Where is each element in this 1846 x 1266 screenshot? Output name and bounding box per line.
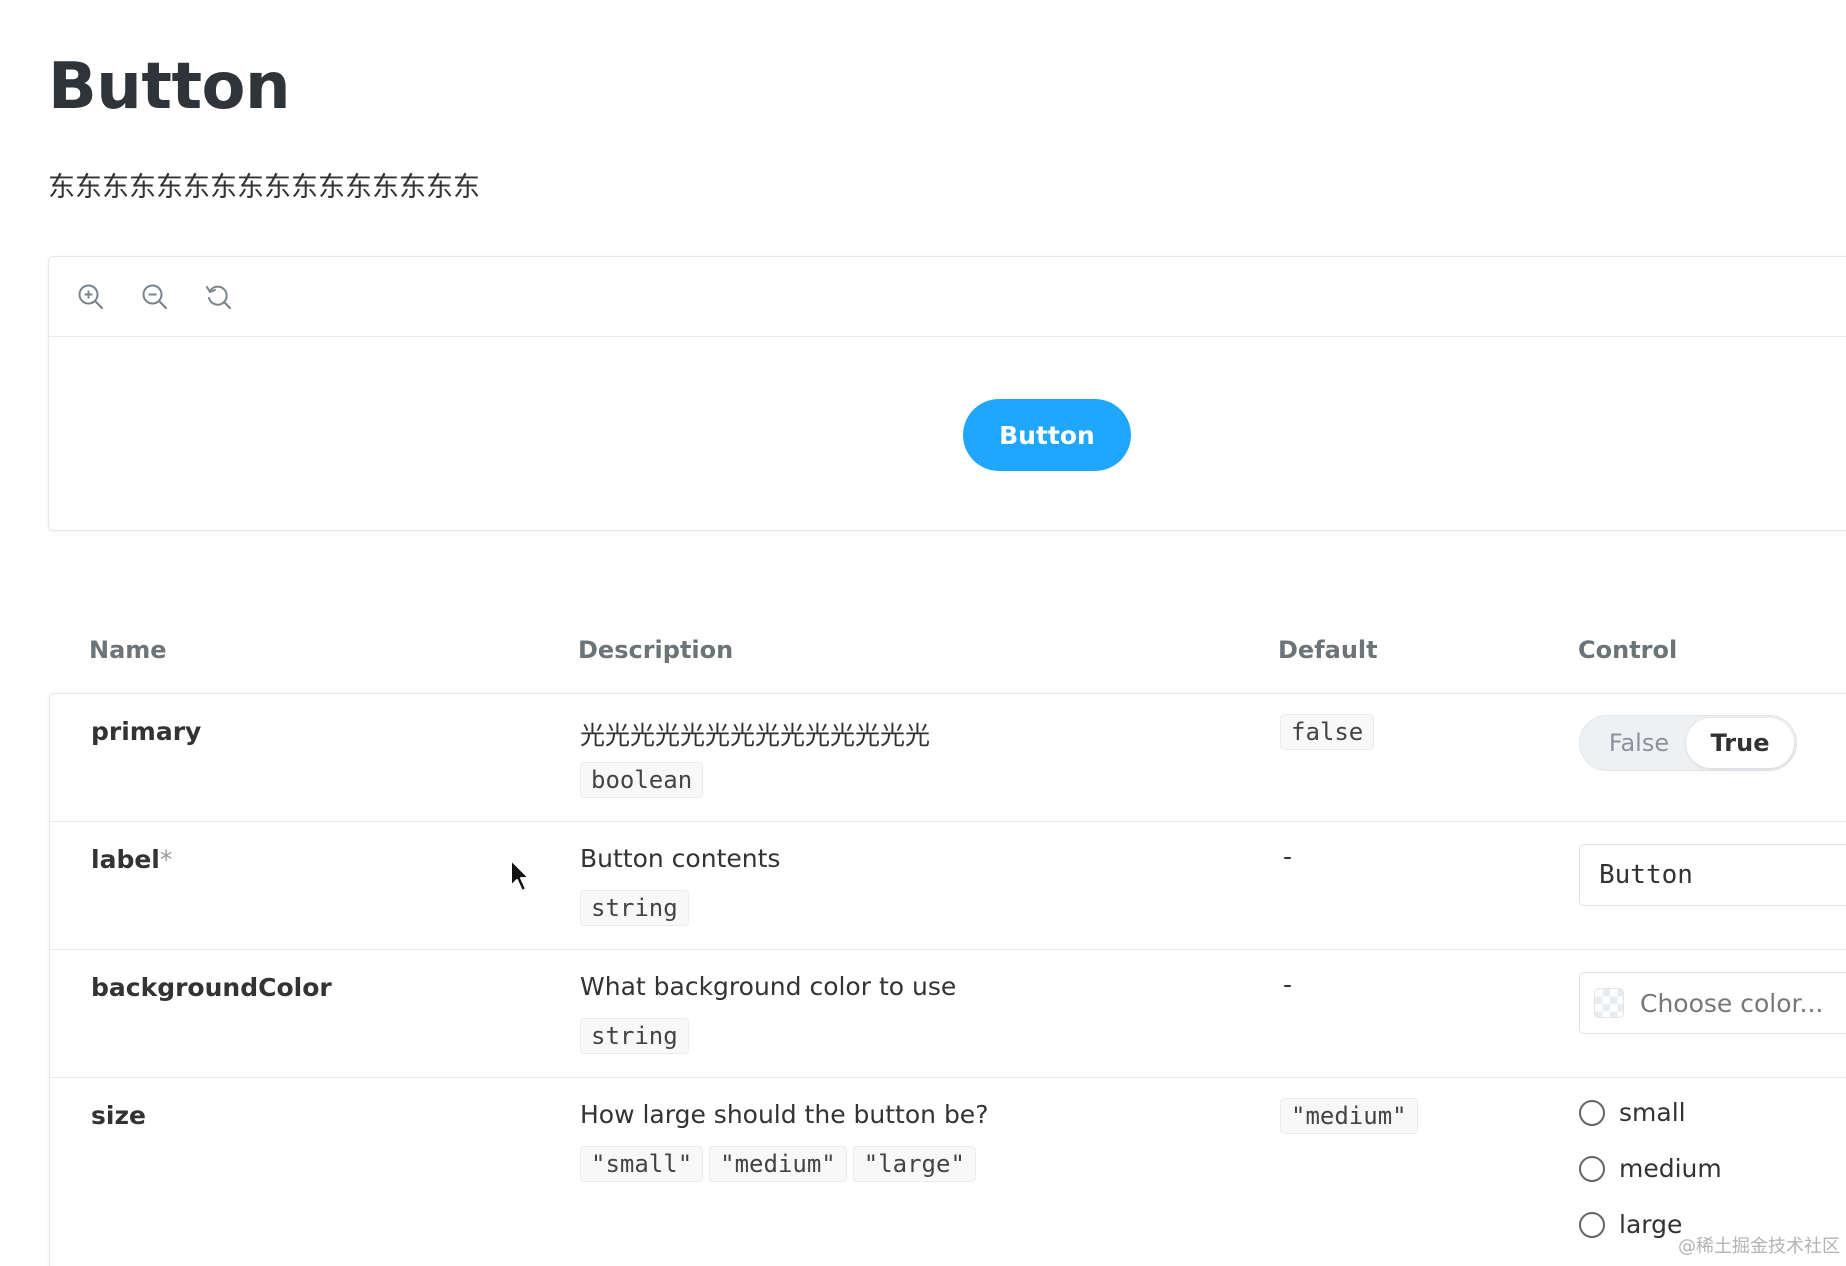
toggle-option-false[interactable]: False <box>1594 716 1684 770</box>
arg-default: false <box>1280 714 1375 750</box>
toggle-option-true[interactable]: True <box>1686 718 1794 768</box>
zoom-out-icon[interactable] <box>137 279 173 315</box>
page-title: Button <box>48 50 291 124</box>
arg-type: string <box>580 1018 689 1054</box>
arg-type-options: "small" "medium" "large" <box>580 1146 982 1182</box>
zoom-in-icon[interactable] <box>73 279 109 315</box>
radio-circle-icon[interactable] <box>1579 1211 1605 1238</box>
arg-type: boolean <box>580 762 704 798</box>
table-row: label* Button contents string - <box>50 822 1846 950</box>
demo-button[interactable]: Button <box>963 399 1131 471</box>
args-table: primary 光光光光光光光光光光光光光光 boolean false Fal… <box>49 693 1846 1266</box>
label-text-input[interactable] <box>1579 844 1846 906</box>
mouse-cursor-icon <box>510 859 530 892</box>
arg-default: - <box>1283 842 1293 871</box>
type-option: "medium" <box>709 1146 847 1182</box>
arg-type: string <box>580 890 689 926</box>
color-placeholder: Choose color... <box>1640 988 1824 1018</box>
arg-name: label* <box>91 845 173 874</box>
arg-name: backgroundColor <box>91 973 332 1002</box>
column-header-control: Control <box>1578 636 1678 664</box>
arg-default: - <box>1283 970 1293 999</box>
column-header-description: Description <box>578 636 734 664</box>
reset-zoom-icon[interactable] <box>201 279 237 315</box>
radio-circle-icon[interactable] <box>1579 1099 1605 1126</box>
storybook-docs-page: Button 东东东东东东东东东东东东东东东东 Button Name Desc… <box>0 0 1846 1266</box>
type-option: "large" <box>852 1146 976 1182</box>
radio-option-medium[interactable]: medium <box>1579 1154 1722 1183</box>
required-marker: * <box>159 845 173 874</box>
radio-option-large[interactable]: large <box>1579 1210 1682 1239</box>
arg-description: What background color to use <box>580 972 957 1001</box>
color-picker-input[interactable]: Choose color... <box>1579 972 1846 1034</box>
type-option: "small" <box>580 1146 704 1182</box>
arg-description: How large should the button be? <box>580 1100 989 1129</box>
color-swatch-icon <box>1594 988 1624 1018</box>
arg-name: size <box>91 1101 146 1130</box>
arg-default: "medium" <box>1280 1098 1418 1134</box>
story-preview: Button <box>49 337 1846 531</box>
watermark: @稀土掘金技术社区 <box>1678 1236 1840 1257</box>
table-row: backgroundColor What background color to… <box>50 950 1846 1078</box>
column-header-name: Name <box>89 636 167 664</box>
table-row: size How large should the button be? "sm… <box>50 1078 1846 1266</box>
page-subtitle: 东东东东东东东东东东东东东东东东 <box>48 172 480 203</box>
canvas-toolbar <box>49 257 1846 337</box>
arg-description: Button contents <box>580 844 781 873</box>
radio-circle-icon[interactable] <box>1579 1155 1605 1182</box>
boolean-toggle[interactable]: False True <box>1579 715 1797 771</box>
arg-name: primary <box>91 717 202 746</box>
preview-canvas: Button <box>48 256 1846 531</box>
arg-description: 光光光光光光光光光光光光光光 <box>580 721 931 750</box>
table-row: primary 光光光光光光光光光光光光光光 boolean false Fal… <box>50 694 1846 822</box>
column-header-default: Default <box>1278 636 1378 664</box>
radio-option-small[interactable]: small <box>1579 1098 1686 1127</box>
